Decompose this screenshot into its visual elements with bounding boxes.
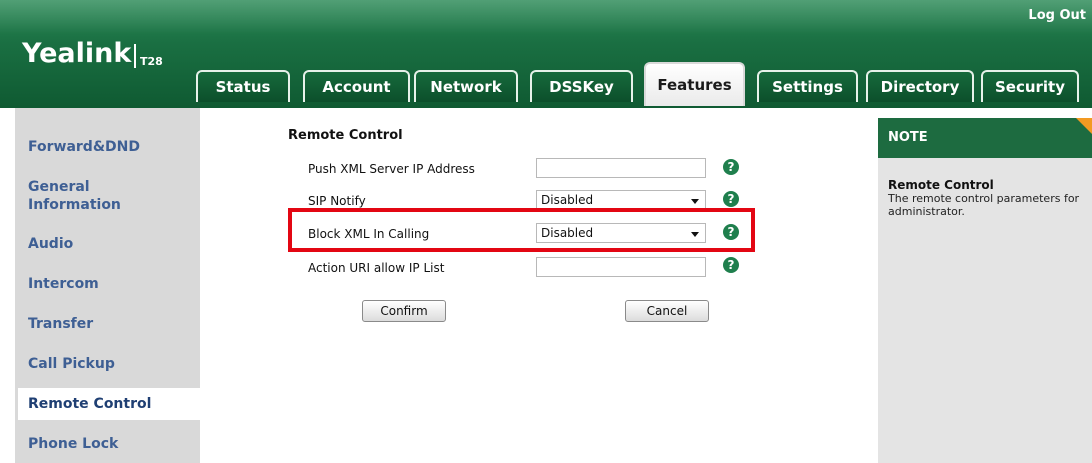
sidebar-item-general-information[interactable]: General Information [28, 178, 121, 214]
tab-security[interactable]: Security [981, 70, 1079, 102]
push-xml-server-ip-input[interactable] [536, 158, 706, 178]
sip-notify-select[interactable]: Disabled [536, 190, 706, 210]
block-xml-in-calling-select[interactable]: Disabled [536, 223, 706, 243]
action-uri-allow-ip-input[interactable] [536, 257, 706, 277]
tab-dsskey[interactable]: DSSKey [530, 70, 633, 102]
sip-notify-help-icon[interactable]: ? [723, 191, 739, 207]
tab-network[interactable]: Network [414, 70, 518, 102]
confirm-button[interactable]: Confirm [362, 300, 446, 322]
tab-settings[interactable]: Settings [757, 70, 858, 102]
chevron-down-icon [691, 232, 699, 237]
tab-features[interactable]: Features [644, 62, 745, 106]
section-title: Remote Control [288, 128, 403, 143]
note-title: Remote Control [888, 178, 994, 192]
sidebar-item-audio[interactable]: Audio [28, 235, 73, 253]
push-xml-server-ip-label: Push XML Server IP Address [308, 162, 475, 176]
logo-separator [134, 44, 136, 68]
yealink-logo: Yealink [22, 38, 132, 69]
note-panel: NOTE Remote Control The remote control p… [878, 118, 1092, 463]
logout-link[interactable]: Log Out [1028, 8, 1086, 23]
top-header-bar: Yealink T28 Log Out Status Account Netwo… [0, 0, 1092, 108]
tab-status[interactable]: Status [196, 70, 290, 102]
sidebar-item-phone-lock[interactable]: Phone Lock [28, 435, 118, 453]
push-xml-help-icon[interactable]: ? [723, 159, 739, 175]
block-xml-in-calling-label: Block XML In Calling [308, 227, 430, 241]
block-xml-help-icon[interactable]: ? [723, 224, 739, 240]
header-shine [0, 0, 1092, 34]
cancel-button[interactable]: Cancel [625, 300, 709, 322]
block-xml-in-calling-value: Disabled [541, 226, 594, 240]
tab-account[interactable]: Account [303, 70, 410, 102]
corner-fold-icon [1076, 118, 1092, 134]
tab-directory[interactable]: Directory [866, 70, 974, 102]
chevron-down-icon [691, 199, 699, 204]
sidebar-item-forward-dnd[interactable]: Forward&DND [28, 138, 140, 156]
sip-notify-value: Disabled [541, 193, 594, 207]
action-uri-allow-ip-label: Action URI allow IP List [308, 261, 445, 275]
sidebar-item-intercom[interactable]: Intercom [28, 275, 99, 293]
sidebar-item-call-pickup[interactable]: Call Pickup [28, 355, 115, 373]
note-heading: NOTE [878, 118, 1092, 158]
sidebar-item-remote-control[interactable]: Remote Control [18, 388, 200, 420]
action-uri-help-icon[interactable]: ? [723, 257, 739, 273]
sip-notify-label: SIP Notify [308, 194, 366, 208]
sidebar-item-transfer[interactable]: Transfer [28, 315, 93, 333]
model-label: T28 [140, 55, 163, 68]
note-text: The remote control parameters for admini… [888, 192, 1080, 218]
